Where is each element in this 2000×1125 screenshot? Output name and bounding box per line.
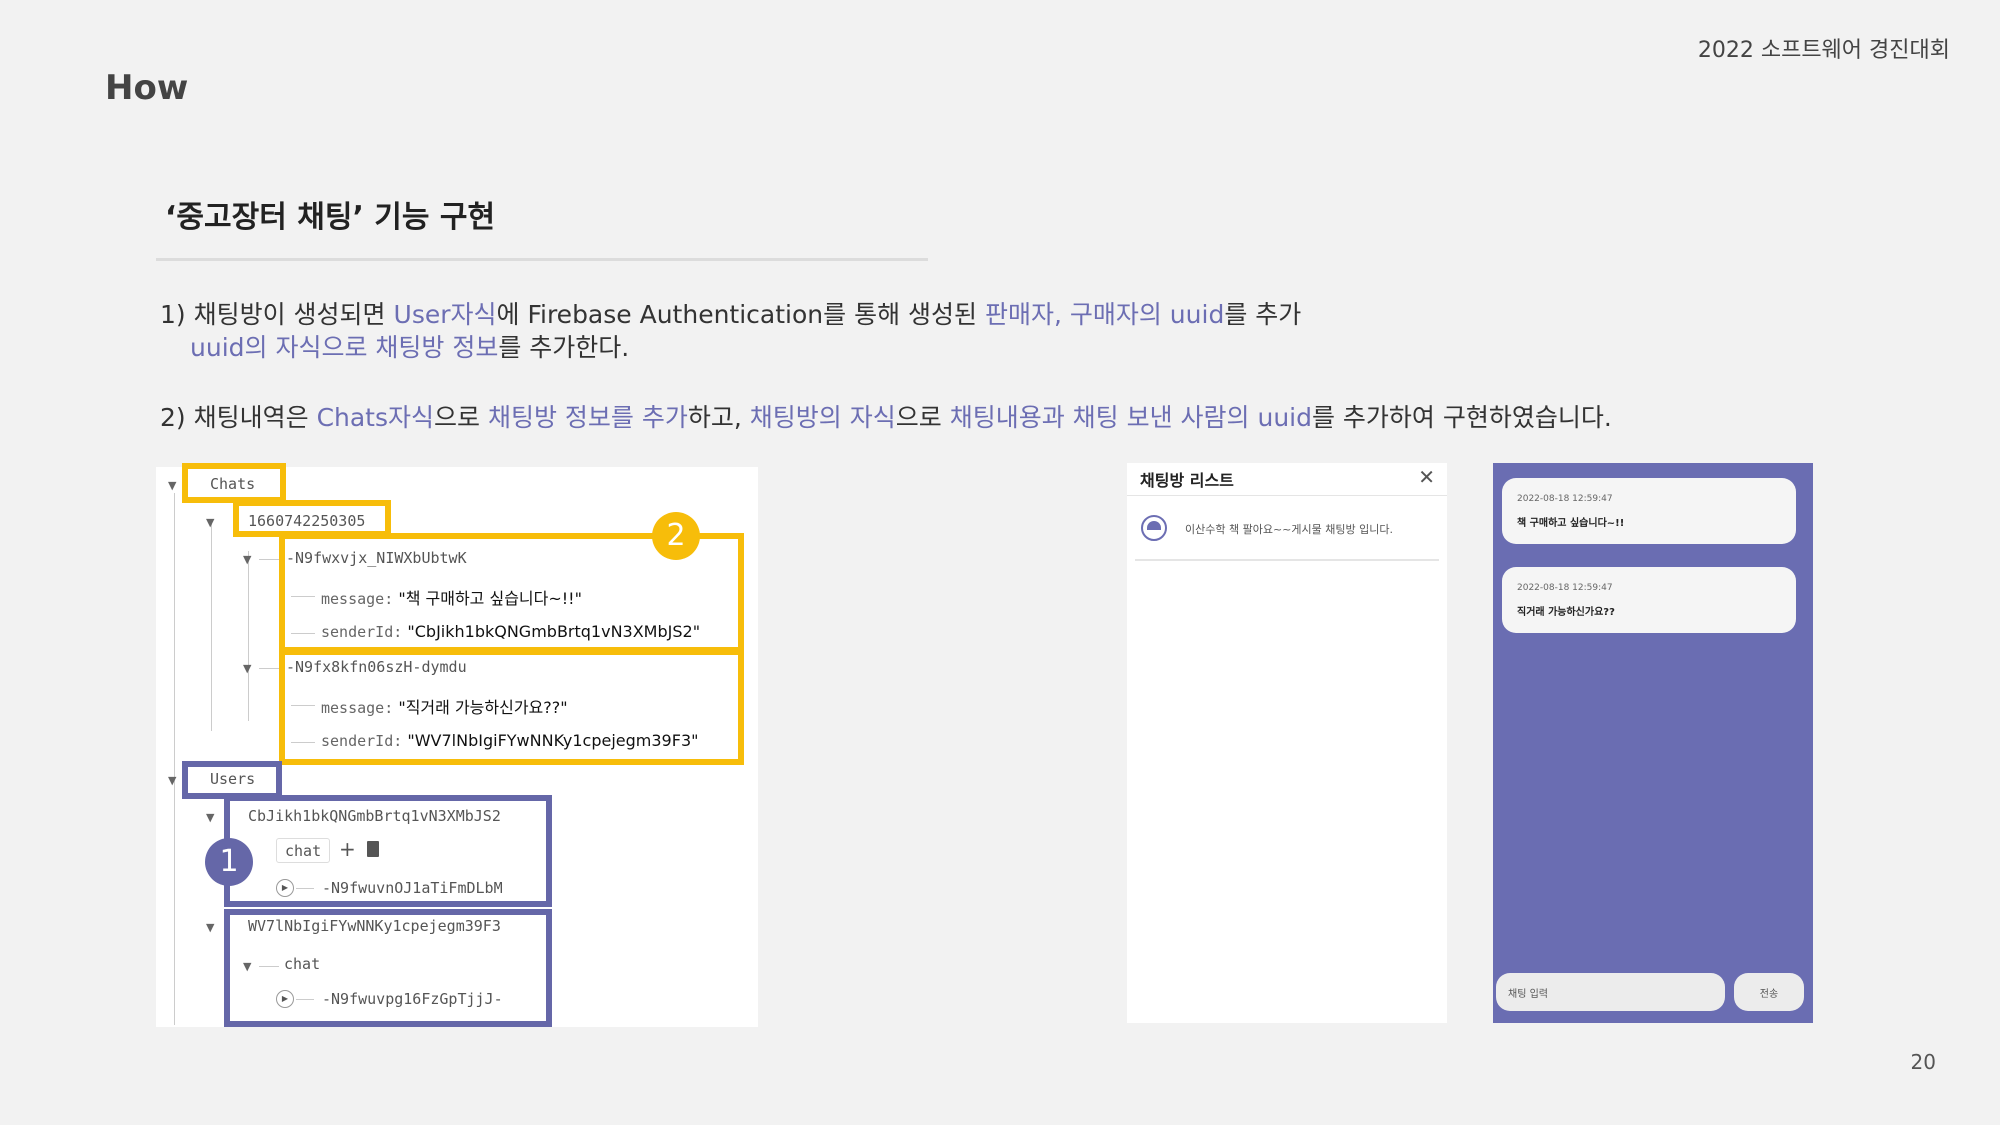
tree-guide xyxy=(211,521,212,731)
section-title: ‘중고장터 채팅’ 기능 구현 xyxy=(165,200,496,235)
highlight: 채팅방 정보를 추가 xyxy=(487,403,688,432)
close-icon[interactable]: ✕ xyxy=(1418,465,1435,489)
send-button-label: 전송 xyxy=(1759,989,1779,1000)
page-title: How xyxy=(105,68,189,108)
send-button[interactable]: 전송 xyxy=(1734,973,1804,1011)
highlight-box-message-2 xyxy=(279,649,744,765)
avatar-icon xyxy=(1141,515,1167,541)
collapse-arrow-icon[interactable]: ▼ xyxy=(243,553,251,566)
text: 하고, xyxy=(687,403,750,432)
text: 1) 채팅방이 생성되면 xyxy=(160,300,394,329)
paragraph-1-line-1: 1) 채팅방이 생성되면 User자식에 Firebase Authentica… xyxy=(160,295,1301,331)
collapse-arrow-icon[interactable]: ▼ xyxy=(206,921,214,934)
highlight: 채팅방의 자식 xyxy=(749,403,896,432)
message-time: 2022-08-18 12:59:47 xyxy=(1517,583,1613,593)
badge-1: 1 xyxy=(205,838,253,886)
highlight: Chats자식 xyxy=(316,403,435,432)
text: 를 추가하여 구현하였습니다. xyxy=(1311,403,1612,432)
chat-list-item[interactable]: 이산수학 책 팔아요~~게시물 채팅방 입니다. xyxy=(1185,521,1393,537)
collapse-arrow-icon[interactable]: ▼ xyxy=(206,811,214,824)
highlight: User자식 xyxy=(393,300,497,329)
collapse-arrow-icon[interactable]: ▼ xyxy=(243,662,251,675)
message-text: 직거래 가능하신가요?? xyxy=(1517,607,1615,618)
tree-guide xyxy=(174,493,175,1025)
paragraph-1-line-2: uuid의 자식으로 채팅방 정보를 추가한다. xyxy=(190,328,629,364)
chat-list-panel: 채팅방 리스트 ✕ 이산수학 책 팔아요~~게시물 채팅방 입니다. xyxy=(1127,463,1447,1023)
paragraph-2: 2) 채팅내역은 Chats자식으로 채팅방 정보를 추가하고, 채팅방의 자식… xyxy=(160,398,1612,434)
tree-guide xyxy=(248,551,249,721)
tree-connector xyxy=(259,559,279,560)
message-bubble: 2022-08-18 12:59:47 직거래 가능하신가요?? xyxy=(1502,567,1796,633)
divider xyxy=(156,258,928,261)
message-bubble: 2022-08-18 12:59:47 책 구매하고 싶습니다~!! xyxy=(1502,478,1796,544)
text: 으로 xyxy=(434,403,488,432)
collapse-arrow-icon[interactable]: ▼ xyxy=(168,479,176,492)
chat-input-placeholder: 채팅 입력 xyxy=(1508,989,1548,1000)
highlight-box-room xyxy=(233,500,391,537)
event-title: 2022 소프트웨어 경진대회 xyxy=(1697,38,1950,63)
divider xyxy=(1127,495,1447,496)
chat-room-panel: 2022-08-18 12:59:47 책 구매하고 싶습니다~!! 2022-… xyxy=(1493,463,1813,1023)
badge-2: 2 xyxy=(652,512,700,560)
highlight: 판매자, 구매자의 uuid xyxy=(984,300,1225,329)
divider xyxy=(1135,559,1439,561)
text: 를 추가한다. xyxy=(498,333,630,362)
chat-input[interactable]: 채팅 입력 xyxy=(1496,973,1725,1011)
text: 를 추가 xyxy=(1224,300,1302,329)
text: 2) 채팅내역은 xyxy=(160,403,317,432)
highlight-box-user-1 xyxy=(224,795,552,907)
highlight: uuid의 자식으로 채팅방 정보 xyxy=(190,333,499,362)
page-number: 20 xyxy=(1910,1050,1936,1074)
highlight: 채팅내용과 채팅 보낸 사람의 uuid xyxy=(949,403,1312,432)
highlight-box-chats xyxy=(182,463,286,503)
collapse-arrow-icon[interactable]: ▼ xyxy=(168,774,176,787)
highlight-box-users xyxy=(182,761,282,799)
message-text: 책 구매하고 싶습니다~!! xyxy=(1517,518,1625,529)
message-time: 2022-08-18 12:59:47 xyxy=(1517,494,1613,504)
text: 으로 xyxy=(895,403,950,432)
collapse-arrow-icon[interactable]: ▼ xyxy=(206,516,214,529)
tree-connector xyxy=(259,668,279,669)
chat-list-title: 채팅방 리스트 xyxy=(1140,471,1234,490)
highlight-box-user-2 xyxy=(224,909,552,1027)
text: 에 Firebase Authentication를 통해 생성된 xyxy=(496,300,985,329)
